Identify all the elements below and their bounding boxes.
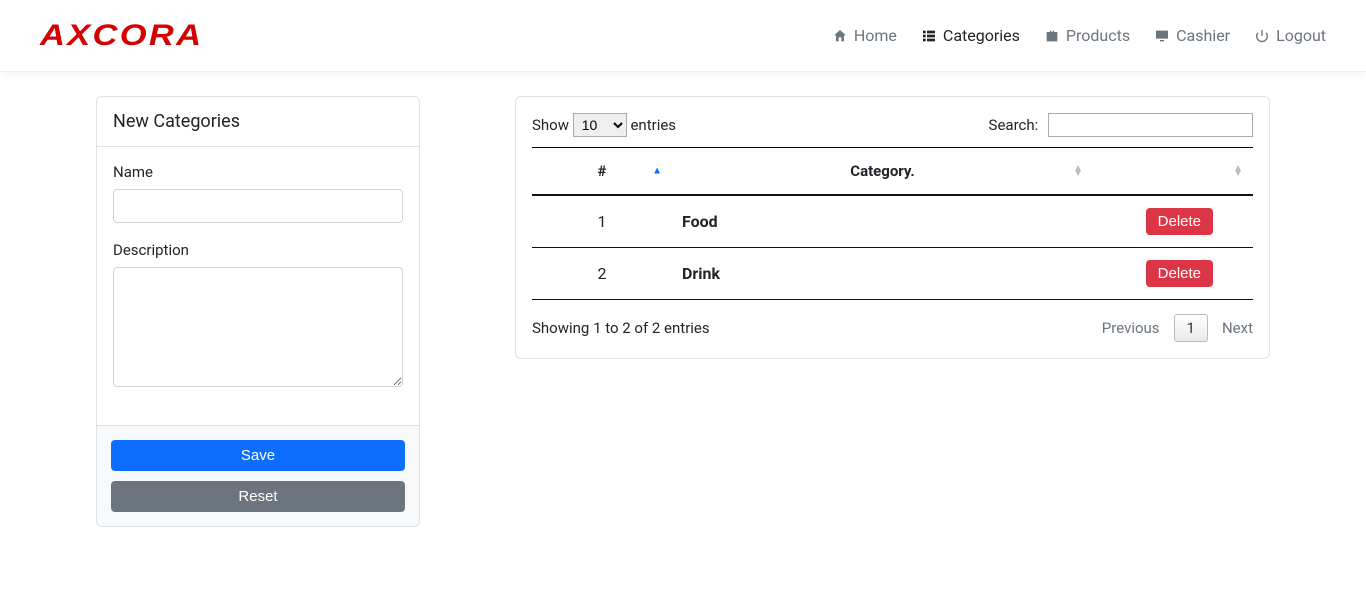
navbar: AXCORA Home Categories Products Cashier … <box>0 0 1366 72</box>
description-label: Description <box>113 241 403 259</box>
pagination-next[interactable]: Next <box>1222 319 1253 337</box>
sort-indicator: ▲ <box>652 169 662 174</box>
form-title: New Categories <box>97 97 419 147</box>
home-icon <box>832 28 848 44</box>
power-icon <box>1254 28 1270 44</box>
description-group: Description <box>113 241 403 391</box>
form-footer: Save Reset <box>97 425 419 526</box>
name-group: Name <box>113 163 403 223</box>
save-button[interactable]: Save <box>111 440 405 471</box>
categories-table: # ▲ Category. ▲ ▼ ▲ <box>532 147 1253 300</box>
pagination-previous[interactable]: Previous <box>1102 319 1160 337</box>
name-label: Name <box>113 163 403 181</box>
pagination: Previous 1 Next <box>1102 314 1253 342</box>
search-input[interactable] <box>1048 113 1253 137</box>
nav-logout[interactable]: Logout <box>1254 26 1326 45</box>
delete-button[interactable]: Delete <box>1146 260 1213 287</box>
nav-home[interactable]: Home <box>832 26 897 45</box>
briefcase-icon <box>1044 28 1060 44</box>
sort-desc-icon: ▼ <box>1233 171 1243 176</box>
table-row: 2 Drink Delete <box>532 248 1253 300</box>
nav-logout-label: Logout <box>1276 26 1326 45</box>
col-header-actions: ▲ ▼ <box>1093 148 1253 196</box>
nav-products-label: Products <box>1066 26 1130 45</box>
search-control: Search: <box>989 113 1253 137</box>
cell-category: Food <box>672 195 1093 248</box>
list-icon <box>921 28 937 44</box>
name-input[interactable] <box>113 189 403 223</box>
monitor-icon <box>1154 28 1170 44</box>
nav-categories-label: Categories <box>943 26 1020 45</box>
nav-links: Home Categories Products Cashier Logout <box>832 26 1326 45</box>
length-control: Show 10 25 50 100 entries <box>532 113 676 137</box>
cell-actions: Delete <box>1093 248 1253 300</box>
show-suffix: entries <box>630 116 676 134</box>
main-container: New Categories Name Description Save Res… <box>0 72 1366 551</box>
col-header-category-label: Category. <box>850 162 915 180</box>
description-input[interactable] <box>113 267 403 387</box>
reset-button[interactable]: Reset <box>111 481 405 512</box>
col-header-category[interactable]: Category. ▲ ▼ <box>672 148 1093 196</box>
sort-indicator: ▲ ▼ <box>1073 166 1083 176</box>
categories-table-card: Show 10 25 50 100 entries Search: # <box>515 96 1270 359</box>
search-label: Search: <box>989 116 1039 134</box>
pagination-page-current[interactable]: 1 <box>1174 314 1208 342</box>
nav-products[interactable]: Products <box>1044 26 1130 45</box>
delete-button[interactable]: Delete <box>1146 208 1213 235</box>
sort-desc-icon: ▼ <box>1073 171 1083 176</box>
brand-logo[interactable]: AXCORA <box>40 19 203 53</box>
length-select[interactable]: 10 25 50 100 <box>573 113 627 137</box>
table-row: 1 Food Delete <box>532 195 1253 248</box>
cell-actions: Delete <box>1093 195 1253 248</box>
form-body: Name Description <box>97 147 419 425</box>
table-info: Showing 1 to 2 of 2 entries <box>532 319 710 337</box>
nav-cashier-label: Cashier <box>1176 26 1230 45</box>
new-category-card: New Categories Name Description Save Res… <box>96 96 420 527</box>
col-header-number-label: # <box>598 162 607 180</box>
col-header-number[interactable]: # ▲ <box>532 148 672 196</box>
nav-home-label: Home <box>854 26 897 45</box>
cell-number: 1 <box>532 195 672 248</box>
table-controls: Show 10 25 50 100 entries Search: <box>532 113 1253 137</box>
cell-number: 2 <box>532 248 672 300</box>
table-header-row: # ▲ Category. ▲ ▼ ▲ <box>532 148 1253 196</box>
sort-indicator: ▲ ▼ <box>1233 166 1243 176</box>
table-footer: Showing 1 to 2 of 2 entries Previous 1 N… <box>532 314 1253 342</box>
nav-cashier[interactable]: Cashier <box>1154 26 1230 45</box>
sort-asc-icon: ▲ <box>652 169 662 174</box>
cell-category: Drink <box>672 248 1093 300</box>
show-prefix: Show <box>532 116 569 134</box>
nav-categories[interactable]: Categories <box>921 26 1020 45</box>
